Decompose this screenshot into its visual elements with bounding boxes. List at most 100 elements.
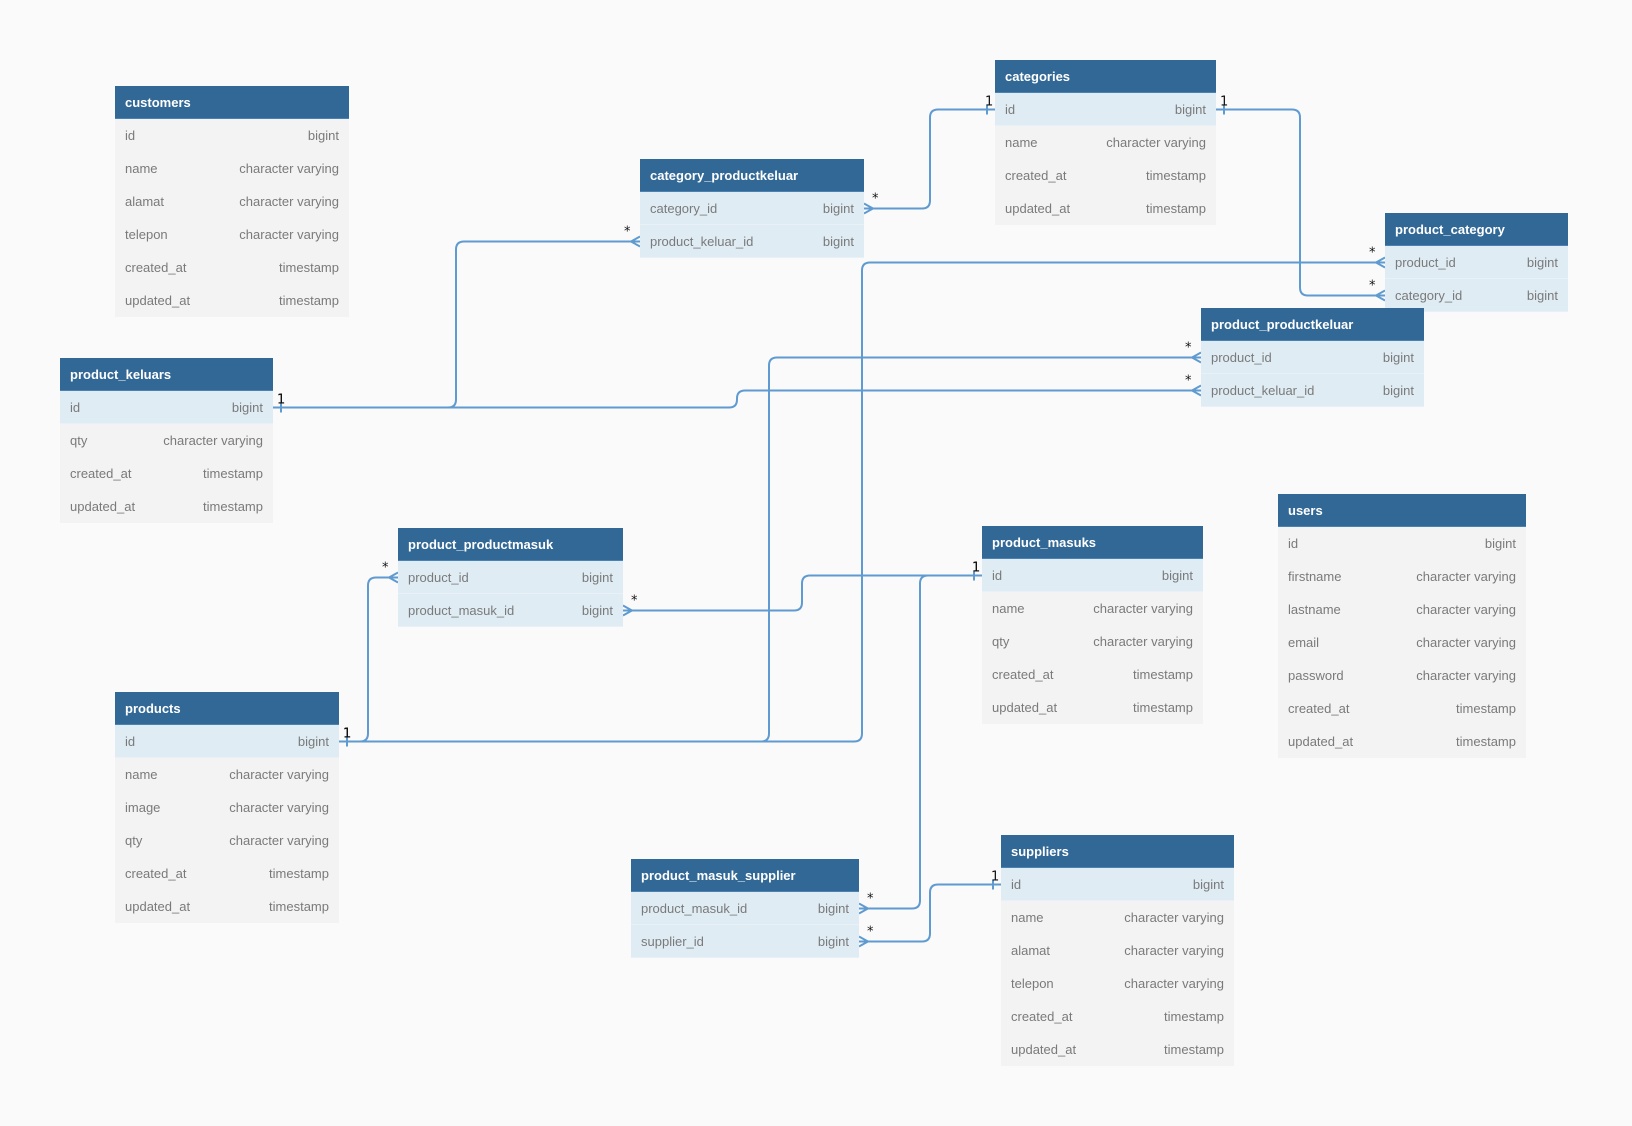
field-row[interactable]: product_id bigint bbox=[1201, 341, 1424, 374]
relationship-line[interactable] bbox=[339, 576, 398, 743]
field-row[interactable]: category_id bigint bbox=[640, 192, 864, 225]
table-customers[interactable]: customers id bigint name character varying al… bbox=[115, 86, 349, 317]
field-row[interactable]: id bigint bbox=[60, 391, 273, 424]
field-name: created_at bbox=[1005, 168, 1067, 183]
relationship-line[interactable] bbox=[859, 883, 1001, 943]
field-row[interactable]: telepon character varying bbox=[115, 218, 349, 251]
relationship-products-id-to-product-productmasuk-product-id[interactable]: 1* bbox=[339, 561, 399, 747]
field-row[interactable]: telepon character varying bbox=[1001, 967, 1234, 1000]
table-header[interactable]: product_masuks bbox=[982, 526, 1203, 559]
field-row[interactable]: updated_at timestamp bbox=[60, 490, 273, 523]
field-type: timestamp bbox=[1146, 201, 1206, 216]
table-header[interactable]: customers bbox=[115, 86, 349, 119]
field-row[interactable]: qty character varying bbox=[115, 824, 339, 857]
field-row[interactable]: alamat character varying bbox=[1001, 934, 1234, 967]
relationship-line[interactable] bbox=[273, 389, 1201, 409]
field-row[interactable]: updated_at timestamp bbox=[995, 192, 1216, 225]
table-header[interactable]: categories bbox=[995, 60, 1216, 93]
relationship-categories-id-to-category-productkeluar-category-id[interactable]: 1* bbox=[863, 95, 995, 215]
field-row[interactable]: created_at timestamp bbox=[995, 159, 1216, 192]
field-row[interactable]: updated_at timestamp bbox=[982, 691, 1203, 724]
field-row[interactable]: created_at timestamp bbox=[115, 251, 349, 284]
table-product-productkeluar[interactable]: product_productkeluar product_id bigint pro… bbox=[1201, 308, 1424, 407]
table-header[interactable]: product_productmasuk bbox=[398, 528, 623, 561]
field-row[interactable]: name character varying bbox=[982, 592, 1203, 625]
table-header[interactable]: suppliers bbox=[1001, 835, 1234, 868]
field-row[interactable]: email character varying bbox=[1278, 626, 1526, 659]
table-header[interactable]: product_masuk_supplier bbox=[631, 859, 859, 892]
field-row[interactable]: name character varying bbox=[115, 152, 349, 185]
field-row[interactable]: updated_at timestamp bbox=[1001, 1033, 1234, 1066]
field-row[interactable]: image character varying bbox=[115, 791, 339, 824]
table-product-keluars[interactable]: product_keluars id bigint qty character vary… bbox=[60, 358, 273, 523]
table-product-masuk-supplier[interactable]: product_masuk_supplier product_masuk_id bi… bbox=[631, 859, 859, 958]
field-row[interactable]: created_at timestamp bbox=[982, 658, 1203, 691]
field-row[interactable]: alamat character varying bbox=[115, 185, 349, 218]
diagram-canvas[interactable]: 1 * 1 * 1 * 1 * 1 * 1 * 1 * 1 * 1 * 1 * customers id bigint nam… bbox=[0, 0, 1632, 1126]
table-header[interactable]: products bbox=[115, 692, 339, 725]
field-row[interactable]: updated_at timestamp bbox=[1278, 725, 1526, 758]
relationship-line[interactable] bbox=[623, 574, 982, 612]
field-row[interactable]: supplier_id bigint bbox=[631, 925, 859, 958]
field-row[interactable]: name character varying bbox=[1001, 901, 1234, 934]
field-name: updated_at bbox=[125, 293, 191, 308]
field-row[interactable]: product_id bigint bbox=[1385, 246, 1568, 279]
table-header[interactable]: category_productkeluar bbox=[640, 159, 864, 192]
cardinality-one-label: 1 bbox=[277, 393, 285, 408]
table-header[interactable]: product_productkeluar bbox=[1201, 308, 1424, 341]
field-row[interactable]: qty character varying bbox=[60, 424, 273, 457]
relationship-line[interactable] bbox=[1216, 108, 1385, 297]
field-row[interactable]: created_at timestamp bbox=[1278, 692, 1526, 725]
relationship-line[interactable] bbox=[864, 108, 995, 210]
field-name: qty bbox=[992, 634, 1010, 649]
field-row[interactable]: product_keluar_id bigint bbox=[640, 225, 864, 258]
field-row[interactable]: updated_at timestamp bbox=[115, 284, 349, 317]
field-row[interactable]: id bigint bbox=[1001, 868, 1234, 901]
field-row[interactable]: password character varying bbox=[1278, 659, 1526, 692]
relationship-product-keluars-id-to-product-productkeluar-product-keluar-id[interactable]: 1* bbox=[273, 374, 1202, 413]
field-row[interactable]: created_at timestamp bbox=[60, 457, 273, 490]
field-row[interactable]: name character varying bbox=[115, 758, 339, 791]
relationship-product-masuks-id-to-product-masuk-supplier-product-masuk-id[interactable]: 1* bbox=[858, 561, 982, 915]
table-product-category[interactable]: product_category product_id bigint category… bbox=[1385, 213, 1568, 312]
field-row[interactable]: id bigint bbox=[982, 559, 1203, 592]
field-row[interactable]: product_keluar_id bigint bbox=[1201, 374, 1424, 407]
table-product-masuks[interactable]: product_masuks id bigint name character vary… bbox=[982, 526, 1203, 724]
field-type: character varying bbox=[239, 227, 339, 242]
relationship-product-masuks-id-to-product-productmasuk-product-masuk-id[interactable]: 1* bbox=[622, 561, 982, 617]
table-header[interactable]: product_keluars bbox=[60, 358, 273, 391]
field-row[interactable]: qty character varying bbox=[982, 625, 1203, 658]
field-row[interactable]: product_masuk_id bigint bbox=[631, 892, 859, 925]
table-suppliers[interactable]: suppliers id bigint name character varying al… bbox=[1001, 835, 1234, 1066]
field-type: timestamp bbox=[1164, 1009, 1224, 1024]
table-product-productmasuk[interactable]: product_productmasuk product_id bigint prod… bbox=[398, 528, 623, 627]
field-type: bigint bbox=[581, 569, 613, 585]
field-row[interactable]: created_at timestamp bbox=[1001, 1000, 1234, 1033]
field-name: id bbox=[1288, 536, 1299, 551]
field-row[interactable]: firstname character varying bbox=[1278, 560, 1526, 593]
table-categories[interactable]: categories id bigint name character varying c… bbox=[995, 60, 1216, 225]
table-header[interactable]: product_category bbox=[1385, 213, 1568, 246]
table-category-productkeluar[interactable]: category_productkeluar category_id bigint p… bbox=[640, 159, 864, 258]
field-row[interactable]: id bigint bbox=[115, 725, 339, 758]
field-row[interactable]: updated_at timestamp bbox=[115, 890, 339, 923]
field-name: updated_at bbox=[1005, 201, 1071, 216]
field-type: character varying bbox=[1124, 943, 1224, 958]
field-row[interactable]: id bigint bbox=[995, 93, 1216, 126]
field-row[interactable]: id bigint bbox=[115, 119, 349, 152]
field-row[interactable]: lastname character varying bbox=[1278, 593, 1526, 626]
field-name: product_id bbox=[408, 569, 469, 585]
field-row[interactable]: product_id bigint bbox=[398, 561, 623, 594]
field-row[interactable]: product_masuk_id bigint bbox=[398, 594, 623, 627]
field-row[interactable]: created_at timestamp bbox=[115, 857, 339, 890]
table-header[interactable]: users bbox=[1278, 494, 1526, 527]
field-row[interactable]: name character varying bbox=[995, 126, 1216, 159]
table-products[interactable]: products id bigint name character varying ima… bbox=[115, 692, 339, 923]
relationship-categories-id-to-product-category-category-id[interactable]: 1* bbox=[1216, 95, 1386, 302]
field-name: created_at bbox=[1288, 701, 1350, 716]
table-users[interactable]: users id bigint firstname character varying l… bbox=[1278, 494, 1526, 758]
crows-foot-icon bbox=[388, 571, 399, 584]
relationship-line[interactable] bbox=[859, 574, 982, 910]
field-name: password bbox=[1288, 668, 1344, 683]
field-row[interactable]: id bigint bbox=[1278, 527, 1526, 560]
